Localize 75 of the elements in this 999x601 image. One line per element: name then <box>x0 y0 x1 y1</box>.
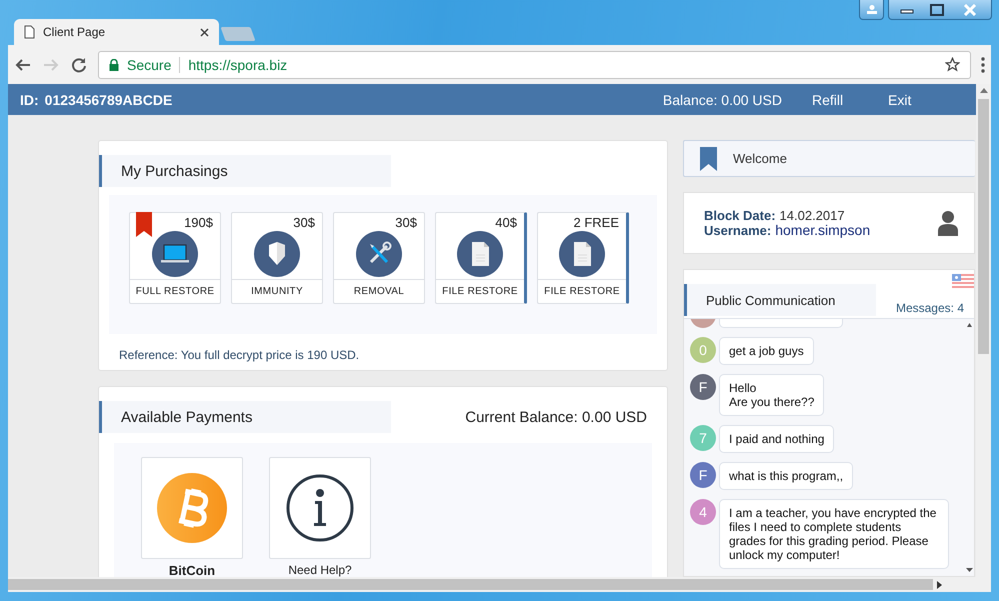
price-text: 190$ <box>184 215 213 230</box>
scroll-up-icon[interactable] <box>980 88 988 93</box>
price-text: 30$ <box>293 215 315 230</box>
secure-label: Secure <box>127 56 180 72</box>
product-label: FULL RESTORE <box>130 279 220 303</box>
close-icon[interactable] <box>200 28 209 36</box>
payment-label: Need Help? <box>288 563 352 577</box>
section-title: My Purchasings <box>99 155 391 187</box>
message-bubble: Hello Are you there?? <box>719 374 824 416</box>
id-label: ID: <box>20 92 39 108</box>
message-bubble: I am a teacher, you have encrypted the files I need to complete students grades for this grading period. Please unlock my computer! <box>719 499 949 569</box>
product-label: FILE RESTORE <box>436 279 524 303</box>
browser-tab[interactable]: Client Page <box>14 19 219 45</box>
message-count: Messages: 4 <box>896 301 964 315</box>
window-controls[interactable] <box>888 0 992 20</box>
user-avatar: 0 <box>690 337 716 363</box>
message-bubble: I paid and nothing <box>719 425 834 453</box>
message-bubble: what is this program,, <box>719 462 854 490</box>
info-icon <box>286 474 354 542</box>
block-date-label: Block Date: <box>704 208 776 223</box>
product-label: FILE RESTORE <box>538 279 626 303</box>
header-link[interactable]: Refill <box>812 92 870 108</box>
person-icon <box>866 5 876 14</box>
reload-icon[interactable] <box>70 56 88 74</box>
scroll-thumb[interactable] <box>8 579 933 590</box>
scroll-up-icon[interactable] <box>967 323 972 327</box>
product-label: IMMUNITY <box>232 279 322 303</box>
welcome-text: Welcome <box>733 151 787 166</box>
product-tile[interactable]: 40$ FILE RESTORE <box>435 212 527 304</box>
product-tile[interactable]: 30$ IMMUNITY <box>231 212 323 304</box>
payment-tile[interactable] <box>269 457 371 559</box>
current-balance: Current Balance: 0.00 USD <box>465 408 647 426</box>
lock-icon <box>109 58 119 70</box>
document-icon <box>559 231 605 277</box>
bookmark-icon <box>700 146 717 170</box>
horizontal-scrollbar[interactable] <box>8 577 991 592</box>
payment-label: BitCoin <box>168 563 216 577</box>
username-label: Username: <box>704 223 772 238</box>
price-text: 40$ <box>495 215 517 230</box>
section-title: Public Communication <box>684 284 876 316</box>
scroll-down-icon[interactable] <box>966 568 973 572</box>
menu-icon[interactable] <box>981 56 985 72</box>
flag-icon[interactable] <box>952 274 974 288</box>
product-label: REMOVAL <box>334 279 424 303</box>
price-text: 2 FREE <box>573 215 619 230</box>
product-tile[interactable]: 190$ FULL RESTORE <box>129 212 221 304</box>
shield-icon <box>254 231 300 277</box>
user-avatar: F <box>690 374 716 400</box>
id-value: 0123456789ABCDE <box>44 92 174 108</box>
header-link[interactable]: Exit <box>888 92 946 108</box>
scroll-thumb[interactable] <box>978 99 989 354</box>
user-avatar: 4 <box>690 499 716 525</box>
message-bubble: get a job guys <box>719 337 814 365</box>
user-avatar: F <box>690 462 716 488</box>
product-tile[interactable]: 2 FREE FILE RESTORE <box>537 212 629 304</box>
reference-text: Reference: You full decrypt price is 190 USD. <box>119 348 360 362</box>
balance-text: Balance: 0.00 USD <box>662 92 782 108</box>
price-text: 30$ <box>395 215 417 230</box>
scroll-right-icon[interactable] <box>937 580 942 588</box>
section-title: Available Payments <box>99 401 391 433</box>
profile-button[interactable] <box>859 0 884 20</box>
user-icon <box>938 210 958 236</box>
payment-tile[interactable] <box>141 457 243 559</box>
tools-icon <box>356 231 402 277</box>
block-date-value: 14.02.2017 <box>780 208 845 223</box>
url-text: https://spora.biz <box>188 56 288 72</box>
user-avatar: 7 <box>690 425 716 451</box>
bitcoin-icon <box>157 473 227 543</box>
username-value: homer.simpson <box>775 223 870 238</box>
page-icon <box>24 25 35 39</box>
address-bar[interactable]: Secure https://spora.biz <box>98 50 971 78</box>
laptop-icon <box>152 231 198 277</box>
document-icon <box>457 231 503 277</box>
product-tile[interactable]: 30$ REMOVAL <box>333 212 425 304</box>
star-icon[interactable] <box>945 57 960 72</box>
